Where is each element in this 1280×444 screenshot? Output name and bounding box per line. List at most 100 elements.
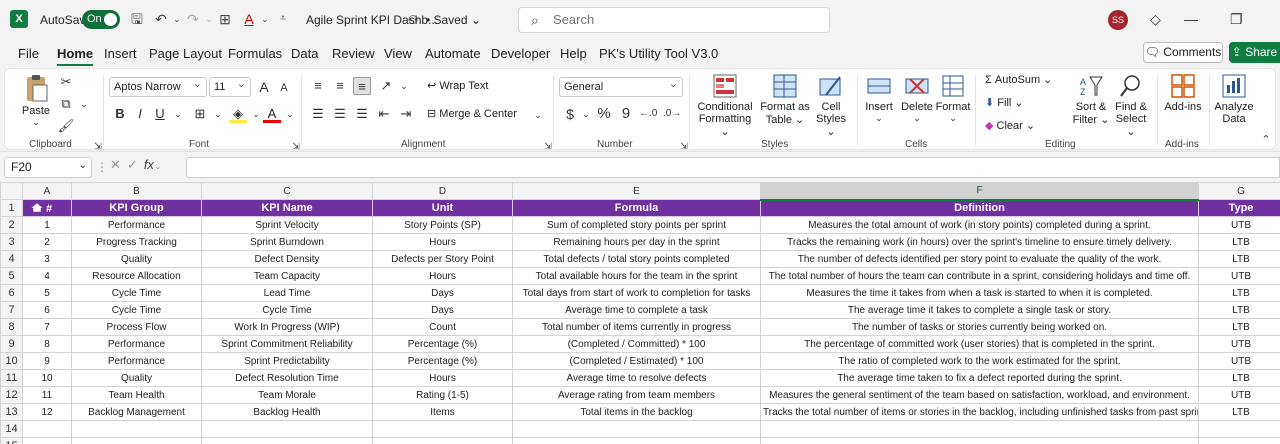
paste-dropdown-icon[interactable]: ⌄ [19,117,53,128]
row-header[interactable]: 14 [0,420,23,438]
cell-kpi-name[interactable]: Team Capacity [201,267,373,285]
cell-kpi-name[interactable]: Defect Density [201,250,373,268]
select-all-corner[interactable] [0,182,23,200]
cell-kpi-name[interactable]: Sprint Commitment Reliability [201,335,373,353]
cell-definition[interactable]: The average time taken to fix a defect r… [760,369,1199,387]
header-cell-kpi-name[interactable]: KPI Name [201,199,373,217]
cell-number[interactable]: 9 [22,352,72,370]
tab-help[interactable]: Help [560,46,587,61]
cell-styles-button[interactable]: Cell Styles ⌄ [811,73,851,138]
cancel-icon[interactable]: ✕ [110,157,127,172]
decrease-decimal-icon[interactable]: .0→ [663,105,681,123]
tab-automate[interactable]: Automate [425,46,481,61]
tab-data[interactable]: Data [291,46,318,61]
cell-kpi-group[interactable]: Quality [71,369,202,387]
underline-button[interactable]: U [151,105,169,123]
cell-type[interactable]: UTB [1198,216,1280,234]
row-header[interactable]: 9 [0,335,23,353]
cell-type[interactable]: LTB [1198,233,1280,251]
cell-type[interactable]: UTB [1198,335,1280,353]
cell-number[interactable]: 8 [22,335,72,353]
cell-definition[interactable]: The percentage of committed work (user s… [760,335,1199,353]
cell-kpi-group[interactable]: Quality [71,250,202,268]
cell-number[interactable] [22,437,72,444]
orientation-icon[interactable]: ↗ [377,77,395,95]
cell-type[interactable] [1198,420,1280,438]
borders-button-icon[interactable]: ⊞ [191,105,209,123]
find-select-button[interactable]: Find & Select ⌄ [1111,73,1151,138]
italic-button[interactable]: I [131,105,149,123]
cell-formula[interactable]: (Completed / Estimated) * 100 [512,352,761,370]
cell-definition[interactable] [760,420,1199,438]
search-input[interactable] [553,12,813,27]
name-box[interactable]: F20 ⌄ [4,157,92,178]
tab-page-layout[interactable]: Page Layout [149,46,222,61]
cell-formula[interactable] [512,420,761,438]
row-header[interactable]: 13 [0,403,23,421]
cell-kpi-name[interactable]: Sprint Predictability [201,352,373,370]
increase-decimal-icon[interactable]: ←.0 [639,105,657,123]
cell-unit[interactable] [372,420,513,438]
cell-unit[interactable]: Percentage (%) [372,352,513,370]
cell-definition[interactable]: The number of defects identified per sto… [760,250,1199,268]
cell-type[interactable]: LTB [1198,250,1280,268]
cell-number[interactable]: 3 [22,250,72,268]
enter-icon[interactable]: ✓ [127,157,144,172]
cell-formula[interactable]: Total available hours for the team in th… [512,267,761,285]
cell-formula[interactable]: Total defects / total story points compl… [512,250,761,268]
cell-formula[interactable]: Remaining hours per day in the sprint [512,233,761,251]
name-box-dropdown-icon[interactable]: ⌄ [79,156,87,175]
sensitivity-icon[interactable]: ⚇ [404,11,422,29]
cell-unit[interactable]: Defects per Story Point [372,250,513,268]
cell-kpi-group[interactable]: Cycle Time [71,284,202,302]
formula-input[interactable] [186,157,1280,178]
currency-dropdown-icon[interactable]: ⌄ [577,105,595,123]
column-header-c[interactable]: C [201,182,373,200]
cell-kpi-name[interactable] [201,420,373,438]
column-header-e[interactable]: E [512,182,761,200]
cell-unit[interactable]: Percentage (%) [372,335,513,353]
sort-filter-button[interactable]: AZ Sort & Filter ⌄ [1071,73,1111,126]
decrease-indent-icon[interactable]: ⇤ [375,105,393,123]
align-right-icon[interactable]: ☰ [353,105,371,123]
cell-type[interactable]: LTB [1198,301,1280,319]
cut-icon[interactable]: ✂ [57,73,75,91]
font-color-menu-icon[interactable]: ⌄ [281,105,299,123]
cell-unit[interactable]: Hours [372,369,513,387]
cell-number[interactable]: 2 [22,233,72,251]
cell-formula[interactable]: Total number of items currently in progr… [512,318,761,336]
copy-icon[interactable]: ⧉ [57,95,75,113]
cell-formula[interactable]: Average time to complete a task [512,301,761,319]
cell-number[interactable]: 12 [22,403,72,421]
row-header[interactable]: 3 [0,233,23,251]
cell-formula[interactable]: Average time to resolve defects [512,369,761,387]
tab-review[interactable]: Review [332,46,375,61]
tab-formulas[interactable]: Formulas [228,46,282,61]
save-icon[interactable]: 🖫 [128,10,146,28]
cell-definition[interactable]: Measures the total amount of work (in st… [760,216,1199,234]
grow-font-icon[interactable]: A [255,78,273,96]
fill-button[interactable]: ⬇ Fill ⌄ [985,96,1024,109]
borders-dropdown-icon[interactable]: ⌄ [209,105,227,123]
column-header-f[interactable]: F [760,182,1199,201]
cell-formula[interactable] [512,437,761,444]
cell-type[interactable]: LTB [1198,369,1280,387]
cell-kpi-name[interactable] [201,437,373,444]
row-header[interactable]: 2 [0,216,23,234]
cell-unit[interactable]: Story Points (SP) [372,216,513,234]
cell-number[interactable]: 1 [22,216,72,234]
align-left-icon[interactable]: ☰ [309,105,327,123]
more-icon[interactable]: ⋮ [96,160,108,174]
header-cell-formula[interactable]: Formula [512,199,761,217]
cell-type[interactable]: UTB [1198,386,1280,404]
row-header[interactable]: 1 [0,199,23,217]
column-header-g[interactable]: G [1198,182,1280,200]
number-format-combo[interactable]: General [559,75,683,97]
cell-number[interactable]: 7 [22,318,72,336]
cell-kpi-name[interactable]: Cycle Time [201,301,373,319]
orientation-dropdown-icon[interactable]: ⌄ [395,77,413,95]
cell-formula[interactable]: (Completed / Committed) * 100 [512,335,761,353]
cell-type[interactable]: LTB [1198,403,1280,421]
ribbon-collapse-icon[interactable]: ⌃ [1257,131,1275,149]
format-as-table-button[interactable]: Format as Table ⌄ [759,73,811,126]
